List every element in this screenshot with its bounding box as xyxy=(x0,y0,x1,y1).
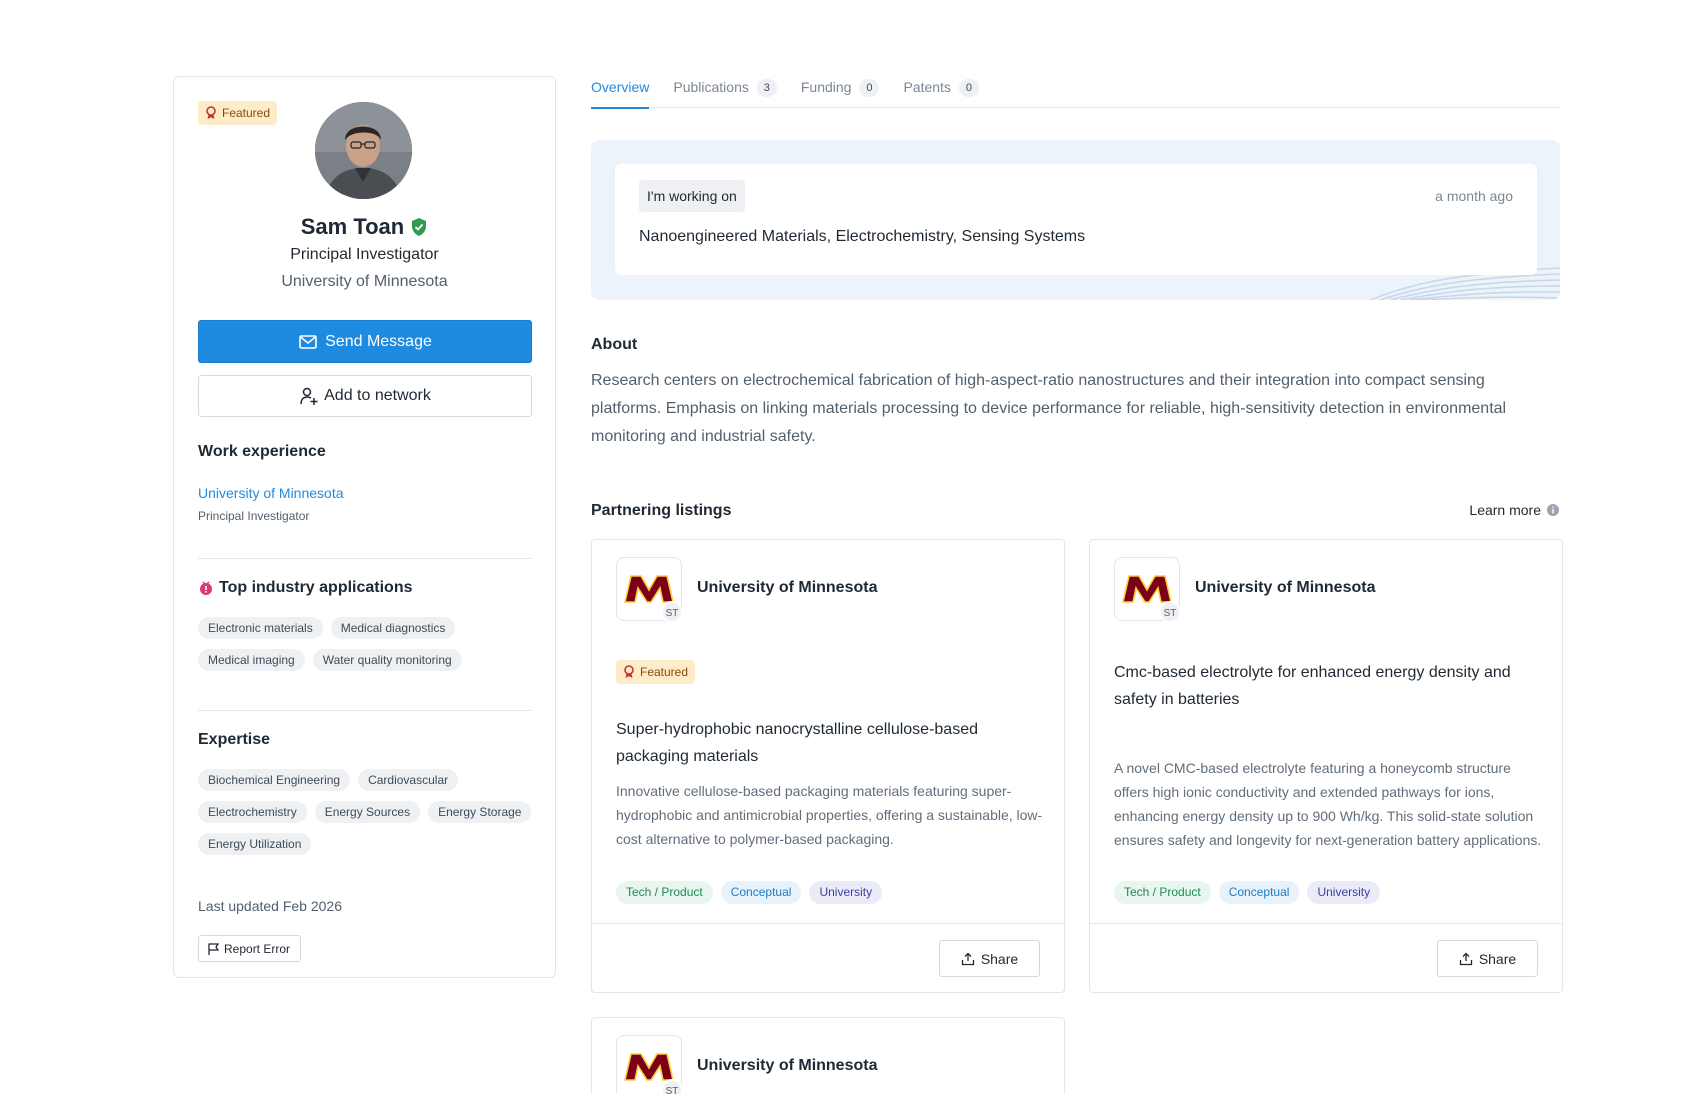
share-label: Share xyxy=(1478,950,1517,967)
expertise-chip: Energy Storage xyxy=(428,801,532,823)
working-on-card: I'm working on a month ago Nanoengineere… xyxy=(615,164,1537,275)
listing-title[interactable]: Cmc-based electrolyte for enhanced energ… xyxy=(1114,659,1544,713)
tab-label: Publications xyxy=(673,79,749,95)
industry-chip: Medical imaging xyxy=(198,649,305,671)
divider xyxy=(198,558,532,559)
report-error-button[interactable]: Report Error xyxy=(198,935,302,962)
award-icon xyxy=(206,106,216,119)
add-to-network-button[interactable]: Add to network xyxy=(198,375,532,417)
industry-chips: Electronic materials Medical diagnostics… xyxy=(198,617,538,671)
industry-chip: Electronic materials xyxy=(198,617,323,639)
tab-count-badge: 0 xyxy=(859,79,880,97)
listing-tags: Tech / Product Conceptual University xyxy=(1114,881,1381,904)
last-updated: Last updated Feb 2026 xyxy=(198,898,343,914)
industry-badge-icon xyxy=(200,581,212,595)
working-on-panel: I'm working on a month ago Nanoengineere… xyxy=(591,140,1560,300)
avatar xyxy=(315,102,412,199)
industry-chip: Medical diagnostics xyxy=(330,617,456,639)
award-icon xyxy=(624,665,634,678)
share-label: Share xyxy=(980,950,1019,967)
working-on-time: a month ago xyxy=(1435,188,1513,204)
profile-tabs: Overview Publications 3 Funding 0 Patent… xyxy=(591,70,1560,109)
org-logo: ST xyxy=(1114,557,1181,623)
org-type-badge: ST xyxy=(1159,601,1181,623)
info-icon xyxy=(1547,504,1559,516)
divider xyxy=(198,710,532,711)
tab-count-badge: 0 xyxy=(958,79,979,97)
featured-badge: Featured xyxy=(198,101,278,125)
tab-label: Patents xyxy=(903,79,951,95)
partnering-listing-card[interactable]: ST University of Minnesota Cmc-based ele… xyxy=(1089,539,1563,993)
working-on-text: Nanoengineered Materials, Electrochemist… xyxy=(639,228,1086,245)
tag-university: University xyxy=(1307,881,1381,904)
org-type-badge: ST xyxy=(661,1079,683,1094)
listing-description: A novel CMC-based electrolyte featuring … xyxy=(1114,760,1542,848)
listing-description: Innovative cellulose-based packaging mat… xyxy=(616,783,1043,847)
send-message-label: Send Message xyxy=(325,332,432,350)
profile-organization: University of Minnesota xyxy=(281,273,448,290)
tab-label: Funding xyxy=(800,79,852,95)
listing-footer: Share xyxy=(592,923,1064,992)
featured-label: Featured xyxy=(222,106,271,120)
working-on-tag: I'm working on xyxy=(639,180,745,212)
tab-count-badge: 3 xyxy=(756,79,777,97)
org-type-badge: ST xyxy=(661,601,683,623)
share-icon xyxy=(961,952,974,965)
profile-name: Sam Toan xyxy=(174,214,555,240)
about-text: Research centers on electrochemical fabr… xyxy=(591,372,1507,445)
send-message-button[interactable]: Send Message xyxy=(198,320,532,363)
partnering-listing-card[interactable]: ST University of Minnesota Featured Supe… xyxy=(591,539,1065,993)
envelope-icon xyxy=(299,334,317,349)
work-experience-org-link[interactable]: University of Minnesota xyxy=(198,485,344,501)
tab-overview[interactable]: Overview xyxy=(591,70,650,109)
expertise-chip: Biochemical Engineering xyxy=(198,769,351,791)
expertise-chip: Energy Utilization xyxy=(198,833,312,855)
tab-publications[interactable]: Publications 3 xyxy=(673,70,777,108)
listing-org: University of Minnesota xyxy=(1195,579,1376,596)
share-button[interactable]: Share xyxy=(1437,940,1538,977)
expertise-chip: Cardiovascular xyxy=(358,769,459,791)
partnering-listing-card[interactable]: ST University of Minnesota xyxy=(591,1017,1065,1094)
listing-org: University of Minnesota xyxy=(697,1057,878,1074)
tag-conceptual: Conceptual xyxy=(1218,881,1300,904)
about-heading: About xyxy=(591,336,638,353)
profile-card: Featured Sam Toan Principal Investigator… xyxy=(173,76,556,978)
tab-funding[interactable]: Funding 0 xyxy=(801,70,880,108)
featured-label: Featured xyxy=(640,665,689,679)
add-to-network-label: Add to network xyxy=(324,387,431,404)
share-button[interactable]: Share xyxy=(939,940,1040,977)
verified-shield-icon xyxy=(412,218,427,236)
tag-tech-product: Tech / Product xyxy=(616,881,713,904)
listing-footer: Share xyxy=(1090,923,1562,992)
listing-org: University of Minnesota xyxy=(697,579,878,596)
work-experience-heading: Work experience xyxy=(198,443,326,460)
industry-chip: Water quality monitoring xyxy=(312,649,462,671)
tag-university: University xyxy=(809,881,883,904)
report-error-label: Report Error xyxy=(224,941,291,956)
learn-more-link[interactable]: Learn more xyxy=(1469,502,1560,518)
expertise-chip: Electrochemistry xyxy=(198,801,307,823)
learn-more-label: Learn more xyxy=(1469,502,1541,518)
industry-heading-text: Top industry applications xyxy=(219,579,413,596)
share-icon xyxy=(1459,952,1472,965)
listing-title[interactable]: Super-hydrophobic nanocrystalline cellul… xyxy=(616,716,1046,770)
org-logo: ST xyxy=(616,557,683,623)
org-logo: ST xyxy=(616,1035,683,1094)
tab-patents[interactable]: Patents 0 xyxy=(903,70,979,108)
tag-conceptual: Conceptual xyxy=(720,881,802,904)
industry-heading: Top industry applications xyxy=(198,579,413,597)
profile-name-text: Sam Toan xyxy=(300,214,405,239)
featured-badge: Featured xyxy=(616,660,696,684)
expertise-chips: Biochemical Engineering Cardiovascular E… xyxy=(198,769,538,855)
expertise-heading: Expertise xyxy=(198,731,271,748)
tag-tech-product: Tech / Product xyxy=(1114,881,1211,904)
user-plus-icon xyxy=(300,387,318,405)
listing-tags: Tech / Product Conceptual University xyxy=(616,881,883,904)
expertise-chip: Energy Sources xyxy=(314,801,421,823)
tab-label: Overview xyxy=(591,79,650,95)
flag-icon xyxy=(208,942,220,955)
partnering-heading: Partnering listings xyxy=(591,502,732,519)
profile-title: Principal Investigator xyxy=(290,246,439,263)
work-experience-role: Principal Investigator xyxy=(198,509,310,523)
